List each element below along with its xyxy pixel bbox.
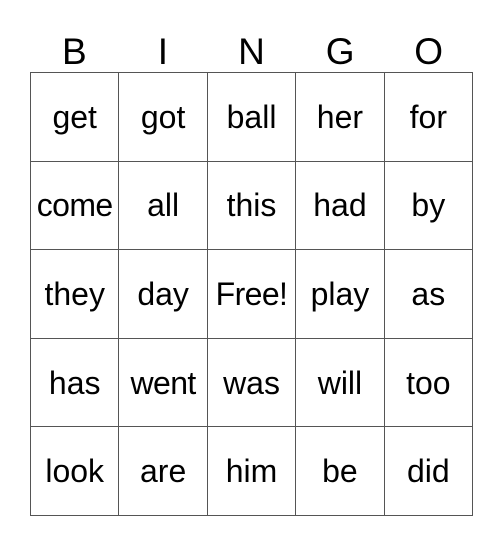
- bingo-cell[interactable]: had: [296, 161, 385, 251]
- bingo-cell-label: for: [409, 98, 447, 135]
- bingo-cell-label: look: [45, 453, 105, 490]
- bingo-cell-label: get: [52, 98, 97, 135]
- bingo-card: B I N G O get got ball her for come all …: [30, 18, 474, 516]
- bingo-row: get got ball her for: [31, 73, 474, 162]
- bingo-free-space-label: Free!: [215, 275, 288, 312]
- bingo-header-letter-o: O: [414, 31, 444, 72]
- bingo-cell-label: as: [411, 275, 446, 312]
- bingo-cell[interactable]: was: [207, 338, 297, 428]
- bingo-cell[interactable]: all: [119, 161, 208, 251]
- bingo-cell-label: are: [139, 453, 187, 490]
- bingo-cell-label: got: [140, 98, 186, 135]
- bingo-cell-label: they: [44, 275, 105, 312]
- bingo-cell-label: had: [313, 187, 367, 224]
- bingo-cell-label: this: [226, 187, 277, 224]
- bingo-cell[interactable]: this: [207, 161, 297, 251]
- bingo-cell-label: went: [130, 364, 197, 401]
- bingo-cell[interactable]: day: [119, 250, 208, 339]
- bingo-grid: get got ball her for come all this had b…: [30, 72, 474, 516]
- bingo-cell[interactable]: went: [119, 338, 208, 428]
- bingo-header-letter-b: B: [61, 31, 87, 72]
- bingo-cell-label: will: [317, 364, 363, 401]
- bingo-cell-label: too: [406, 364, 451, 401]
- bingo-header-letter-n: N: [238, 31, 265, 72]
- bingo-cell[interactable]: has: [31, 338, 120, 428]
- bingo-cell[interactable]: by: [384, 161, 474, 251]
- bingo-cell-label: did: [406, 453, 450, 490]
- bingo-row: come all this had by: [31, 161, 474, 251]
- bingo-cell[interactable]: come: [31, 161, 120, 251]
- bingo-cell-label: him: [225, 453, 278, 490]
- bingo-header-letter-i: I: [157, 31, 169, 72]
- bingo-cell[interactable]: will: [296, 338, 385, 428]
- bingo-cell[interactable]: her: [296, 73, 385, 162]
- bingo-cell-label: play: [310, 275, 370, 312]
- bingo-row: they day Free! play as: [31, 250, 474, 339]
- bingo-cell-label: ball: [226, 98, 277, 135]
- bingo-cell[interactable]: ball: [207, 73, 297, 162]
- bingo-header-row: B I N G O: [30, 18, 473, 72]
- bingo-cell-label: her: [316, 98, 364, 135]
- bingo-cell-label: come: [36, 187, 113, 224]
- bingo-row: look are him be did: [31, 427, 474, 516]
- bingo-cell-label: day: [137, 275, 189, 312]
- bingo-cell-free-space[interactable]: Free!: [207, 250, 297, 339]
- bingo-cell[interactable]: him: [207, 427, 297, 516]
- bingo-cell[interactable]: got: [119, 73, 208, 162]
- bingo-cell-label: be: [322, 453, 358, 490]
- bingo-cell[interactable]: get: [31, 73, 120, 162]
- bingo-cell-label: has: [48, 364, 101, 401]
- bingo-row: has went was will too: [31, 338, 474, 428]
- bingo-cell-label: by: [411, 187, 446, 224]
- bingo-header-letter-g: G: [325, 31, 355, 72]
- bingo-cell[interactable]: too: [384, 338, 474, 428]
- bingo-cell-label: was: [223, 364, 280, 401]
- bingo-cell[interactable]: look: [31, 427, 120, 516]
- bingo-cell-label: all: [147, 187, 180, 224]
- bingo-cell[interactable]: for: [384, 73, 474, 162]
- bingo-cell[interactable]: they: [31, 250, 120, 339]
- bingo-cell[interactable]: did: [384, 427, 474, 516]
- bingo-cell[interactable]: be: [296, 427, 385, 516]
- bingo-cell[interactable]: play: [296, 250, 385, 339]
- bingo-cell[interactable]: are: [119, 427, 208, 516]
- bingo-cell[interactable]: as: [384, 250, 474, 339]
